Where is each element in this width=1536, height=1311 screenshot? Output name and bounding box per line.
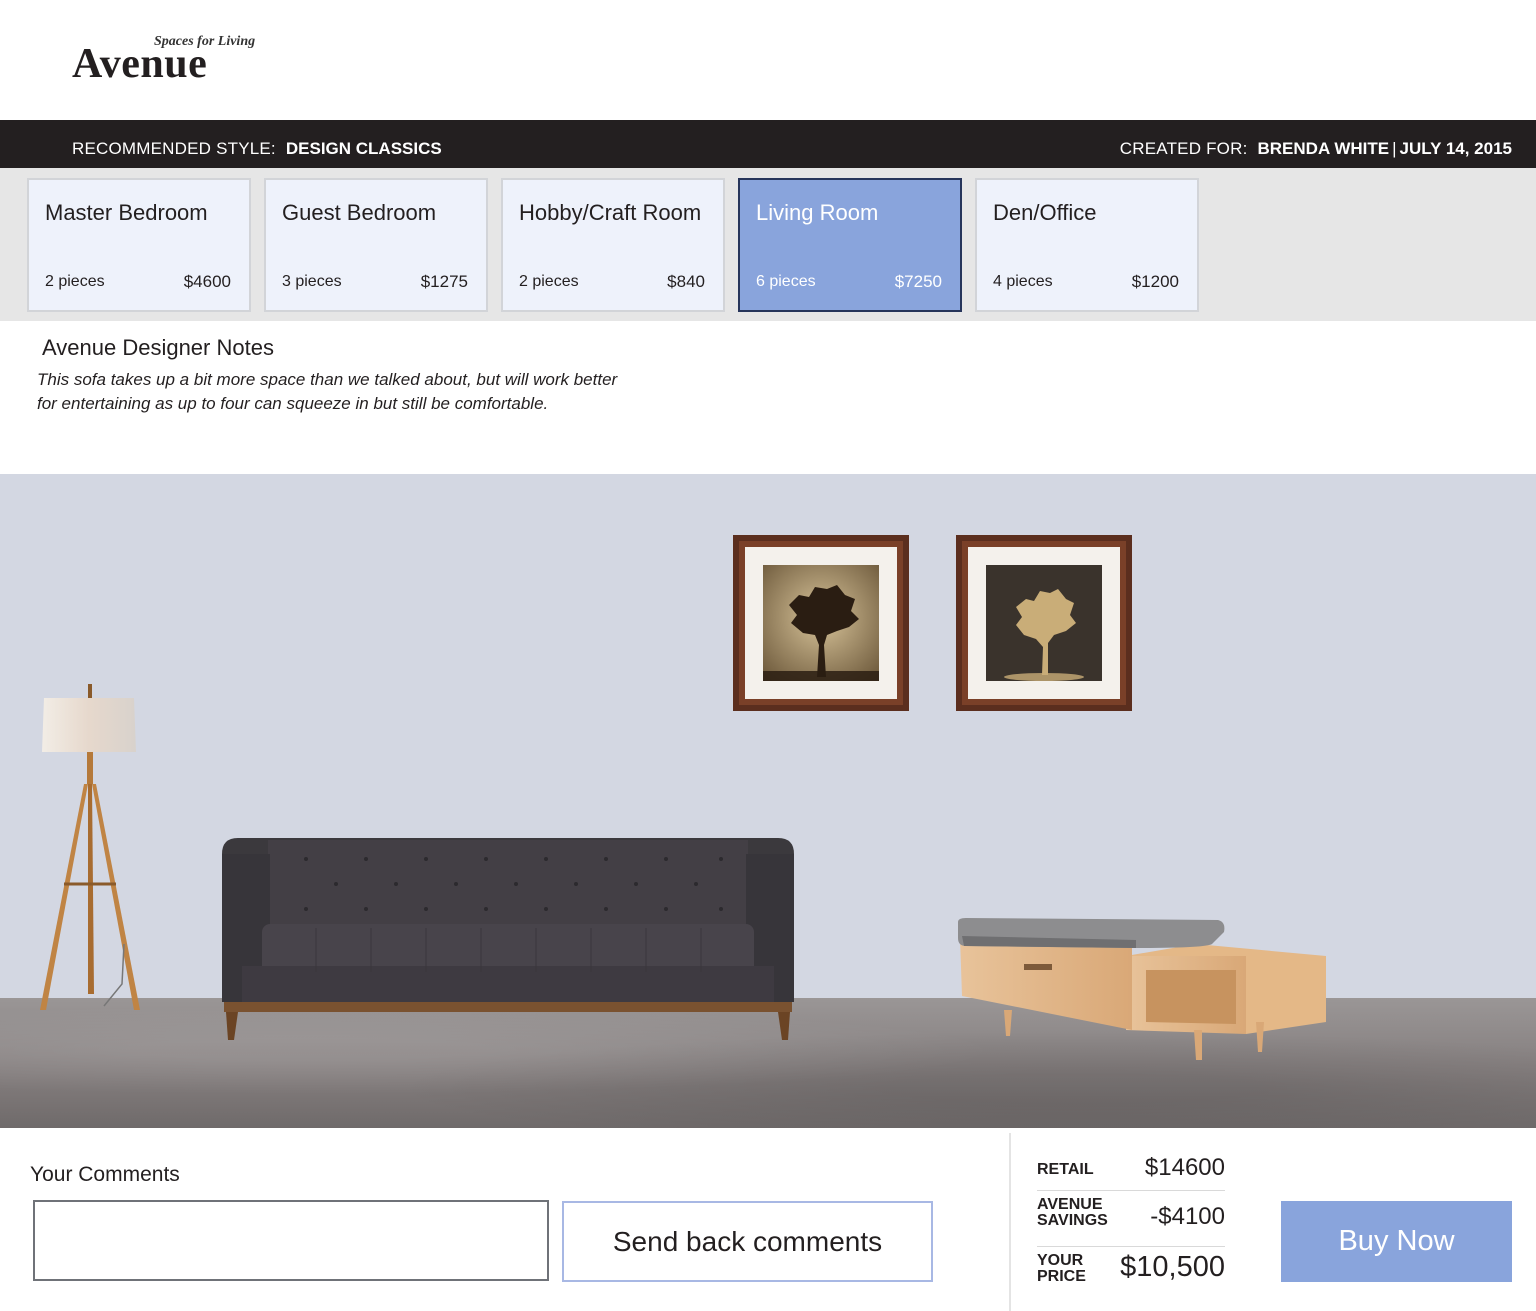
- room-price: $7250: [894, 272, 942, 291]
- room-pieces: 4 pieces: [993, 273, 1053, 290]
- room-price: $1275: [420, 272, 468, 291]
- avenue-logo[interactable]: Spaces for Living Avenue: [72, 34, 272, 87]
- price-summary: RETAIL $14600 AVENUE SAVINGS -$4100 YOUR…: [1009, 1133, 1229, 1311]
- savings-label: AVENUE SAVINGS: [1037, 1197, 1108, 1229]
- savings-label-line1: AVENUE: [1037, 1196, 1103, 1213]
- buy-now-button[interactable]: Buy Now: [1281, 1201, 1512, 1282]
- framed-tree-art-left[interactable]: [733, 535, 909, 711]
- client-name: BRENDA WHITE: [1257, 139, 1390, 158]
- comments-label: Your Comments: [30, 1163, 180, 1186]
- tufted-sofa[interactable]: [216, 834, 800, 1042]
- room-name: Guest Bedroom: [282, 200, 437, 225]
- room-pieces: 2 pieces: [45, 273, 105, 290]
- comments-input[interactable]: [33, 1200, 549, 1281]
- your-price-label-line2: PRICE: [1037, 1268, 1086, 1285]
- your-price-label: YOUR PRICE: [1037, 1253, 1086, 1285]
- room-price: $1200: [1131, 272, 1179, 291]
- room-pieces: 3 pieces: [282, 273, 342, 290]
- savings-label-line2: SAVINGS: [1037, 1212, 1108, 1229]
- room-scene: [0, 474, 1536, 1128]
- room-name: Hobby/Craft Room: [519, 200, 702, 225]
- style-label: RECOMMENDED STYLE:: [72, 139, 276, 158]
- room-tabs: Master Bedroom 2 pieces $4600 Guest Bedr…: [0, 168, 1536, 321]
- room-pieces: 2 pieces: [519, 273, 579, 290]
- your-price-label-line1: YOUR: [1037, 1252, 1084, 1269]
- created-for: CREATED FOR: BRENDA WHITE | JULY 14, 2015: [1120, 120, 1512, 168]
- savings-row: AVENUE SAVINGS -$4100: [1037, 1191, 1225, 1247]
- room-name: Den/Office: [993, 200, 1097, 225]
- your-price-row: YOUR PRICE $10,500: [1037, 1247, 1225, 1303]
- room-name: Living Room: [756, 200, 879, 225]
- storage-bench[interactable]: [956, 918, 1328, 1090]
- recommended-style: RECOMMENDED STYLE: DESIGN CLASSICS: [72, 120, 442, 168]
- tab-living-room[interactable]: Living Room 6 pieces $7250: [738, 178, 962, 312]
- room-price: $840: [667, 272, 705, 291]
- designer-notes-body: This sofa takes up a bit more space than…: [37, 370, 618, 413]
- tab-guest-bedroom[interactable]: Guest Bedroom 3 pieces $1275: [264, 178, 488, 312]
- designer-notes-title: Avenue Designer Notes: [42, 335, 274, 360]
- room-name: Master Bedroom: [45, 200, 208, 225]
- savings-value: -$4100: [1150, 1203, 1225, 1230]
- tab-hobby-craft-room[interactable]: Hobby/Craft Room 2 pieces $840: [501, 178, 725, 312]
- room-pieces: 6 pieces: [756, 273, 816, 290]
- retail-value: $14600: [1144, 1154, 1225, 1181]
- created-date: JULY 14, 2015: [1399, 139, 1512, 158]
- send-comments-button[interactable]: Send back comments: [562, 1201, 933, 1282]
- tripod-floor-lamp[interactable]: [34, 684, 146, 1020]
- retail-label: RETAIL: [1037, 1161, 1094, 1178]
- logo-name: Avenue: [72, 41, 208, 87]
- retail-row: RETAIL $14600: [1037, 1143, 1225, 1191]
- room-price: $4600: [183, 272, 231, 291]
- your-price-value: $10,500: [1120, 1251, 1225, 1283]
- created-label: CREATED FOR:: [1119, 139, 1248, 158]
- info-bar: RECOMMENDED STYLE: DESIGN CLASSICS CREATE…: [0, 120, 1536, 168]
- style-value: DESIGN CLASSICS: [285, 139, 442, 158]
- tab-master-bedroom[interactable]: Master Bedroom 2 pieces $4600: [27, 178, 251, 312]
- tab-den-office[interactable]: Den/Office 4 pieces $1200: [975, 178, 1199, 312]
- framed-tree-art-right[interactable]: [956, 535, 1132, 711]
- separator: |: [1392, 139, 1397, 158]
